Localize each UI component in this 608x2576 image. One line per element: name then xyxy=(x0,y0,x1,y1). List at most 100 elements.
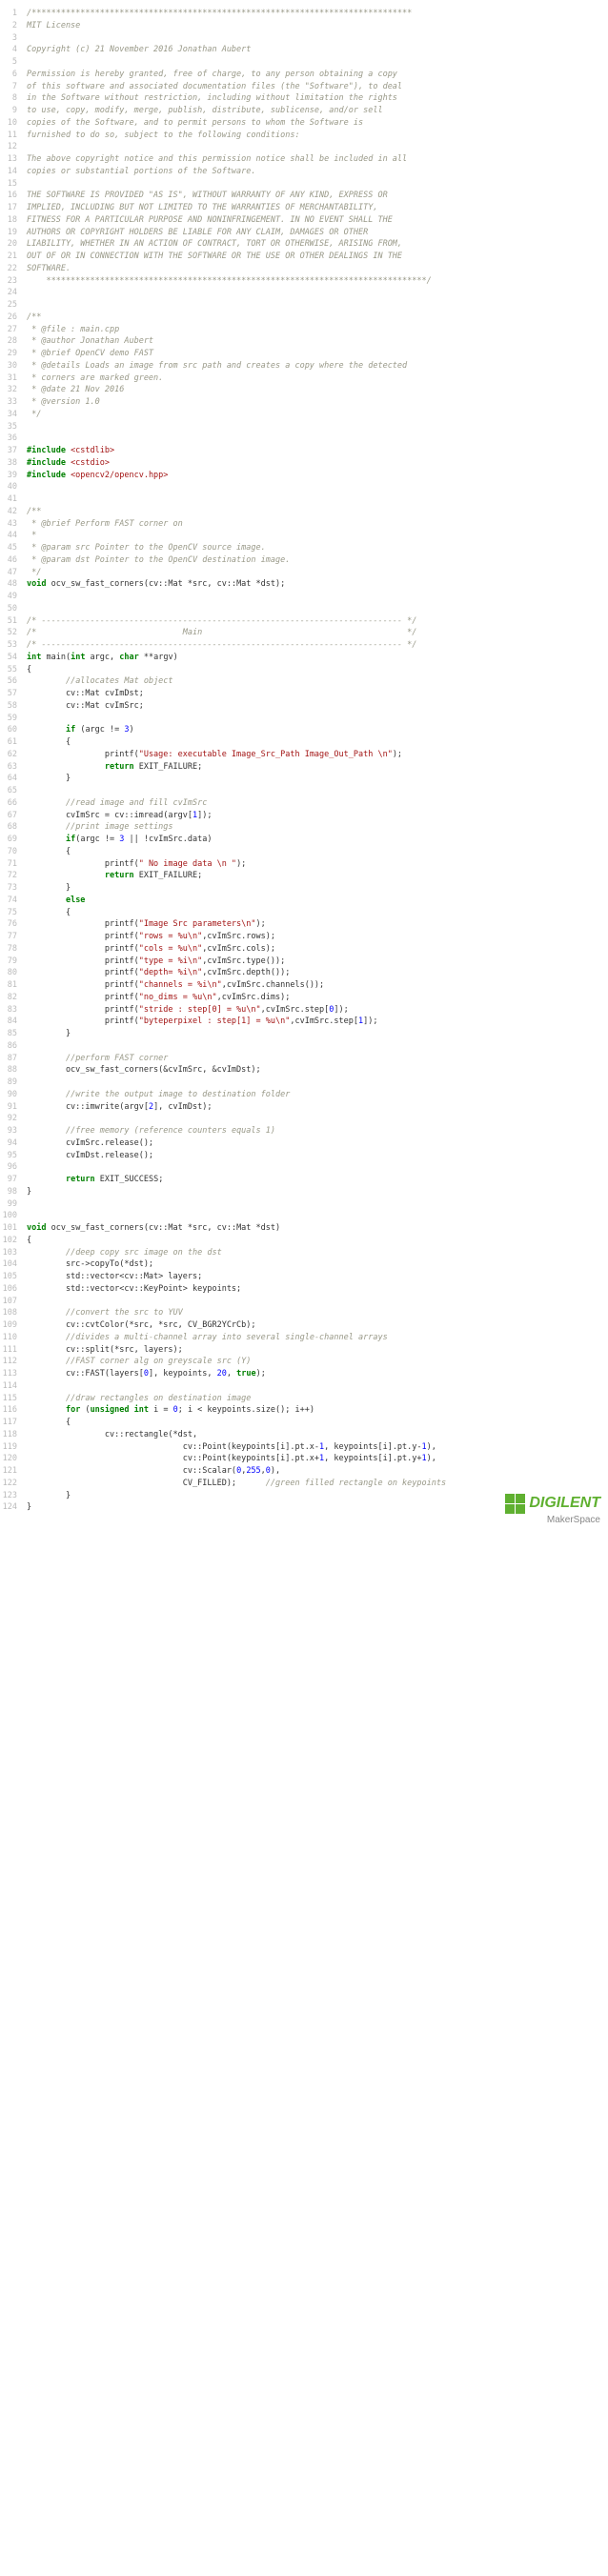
code-line: 102{ xyxy=(0,1235,608,1247)
code-content xyxy=(27,1296,608,1308)
line-number: 95 xyxy=(0,1150,27,1162)
code-content: printf("byteperpixel : step[1] = %u\n",c… xyxy=(27,1016,608,1028)
code-line: 12 xyxy=(0,141,608,153)
code-content: } xyxy=(27,1490,608,1502)
code-content xyxy=(27,1077,608,1089)
code-content: cv::split(*src, layers); xyxy=(27,1344,608,1357)
code-content: //convert the src to YUV xyxy=(27,1307,608,1319)
code-line: 89 xyxy=(0,1077,608,1089)
line-number: 3 xyxy=(0,32,27,45)
code-line: 26/** xyxy=(0,312,608,324)
code-content: { xyxy=(27,1417,608,1429)
code-content: cvImSrc.release(); xyxy=(27,1137,608,1150)
line-number: 17 xyxy=(0,202,27,214)
line-number: 13 xyxy=(0,153,27,166)
line-number: 114 xyxy=(0,1380,27,1393)
code-content xyxy=(27,603,608,615)
code-content: } xyxy=(27,1501,608,1514)
code-line: 9to use, copy, modify, merge, publish, d… xyxy=(0,105,608,117)
line-number: 80 xyxy=(0,967,27,979)
code-line: 10copies of the Software, and to permit … xyxy=(0,117,608,130)
line-number: 61 xyxy=(0,736,27,749)
code-line: 23 *************************************… xyxy=(0,275,608,288)
code-content xyxy=(27,178,608,191)
code-content: cv::Scalar(0,255,0), xyxy=(27,1465,608,1478)
code-content: if (argc != 3) xyxy=(27,724,608,736)
code-line: 105 std::vector<cv::Mat> layers; xyxy=(0,1271,608,1283)
code-content: //read image and fill cvImSrc xyxy=(27,797,608,810)
code-line: 124} xyxy=(0,1501,608,1514)
code-content: cvImSrc = cv::imread(argv[1]); xyxy=(27,810,608,822)
code-line: 11furnished to do so, subject to the fol… xyxy=(0,130,608,142)
line-number: 102 xyxy=(0,1235,27,1247)
code-line: 39#include <opencv2/opencv.hpp> xyxy=(0,470,608,482)
code-line: 47 */ xyxy=(0,567,608,579)
code-content: * @details Loads an image from src path … xyxy=(27,360,608,372)
line-number: 69 xyxy=(0,834,27,846)
line-number: 94 xyxy=(0,1137,27,1150)
code-line: 6Permission is hereby granted, free of c… xyxy=(0,69,608,81)
code-content: /** xyxy=(27,506,608,518)
code-content: CV_FILLED); //green filled rectangle on … xyxy=(27,1478,608,1490)
line-number: 98 xyxy=(0,1186,27,1198)
code-line: 46 * @param dst Pointer to the OpenCV de… xyxy=(0,554,608,567)
code-content: AUTHORS OR COPYRIGHT HOLDERS BE LIABLE F… xyxy=(27,227,608,239)
code-content: //print image settings xyxy=(27,821,608,834)
line-number: 107 xyxy=(0,1296,27,1308)
line-number: 14 xyxy=(0,166,27,178)
line-number: 50 xyxy=(0,603,27,615)
line-number: 113 xyxy=(0,1368,27,1380)
line-number: 43 xyxy=(0,518,27,531)
code-line: 35 xyxy=(0,421,608,433)
code-content: cv::Point(keypoints[i].pt.x+1, keypoints… xyxy=(27,1453,608,1465)
code-line: 98} xyxy=(0,1186,608,1198)
code-content: //write the output image to destination … xyxy=(27,1089,608,1101)
code-line: 20LIABILITY, WHETHER IN AN ACTION OF CON… xyxy=(0,238,608,251)
code-content: printf("cols = %u\n",cvImSrc.cols); xyxy=(27,943,608,956)
code-line: 28 * @author Jonathan Aubert xyxy=(0,335,608,348)
line-number: 66 xyxy=(0,797,27,810)
line-number: 46 xyxy=(0,554,27,567)
code-content: ****************************************… xyxy=(27,275,608,288)
line-number: 6 xyxy=(0,69,27,81)
code-line: 22SOFTWARE. xyxy=(0,263,608,275)
line-number: 91 xyxy=(0,1101,27,1114)
line-number: 8 xyxy=(0,92,27,105)
line-number: 9 xyxy=(0,105,27,117)
line-number: 49 xyxy=(0,591,27,603)
code-content: * corners are marked green. xyxy=(27,372,608,385)
code-content: /***************************************… xyxy=(27,8,608,20)
code-line: 88 ocv_sw_fast_corners(&cvImSrc, &cvImDs… xyxy=(0,1064,608,1077)
code-content: cv::Point(keypoints[i].pt.x-1, keypoints… xyxy=(27,1441,608,1454)
code-content: */ xyxy=(27,567,608,579)
line-number: 4 xyxy=(0,44,27,56)
line-number: 117 xyxy=(0,1417,27,1429)
code-line: 31 * corners are marked green. xyxy=(0,372,608,385)
line-number: 7 xyxy=(0,81,27,93)
code-content xyxy=(27,713,608,725)
code-line: 24 xyxy=(0,287,608,299)
code-line: 38#include <cstdio> xyxy=(0,457,608,470)
code-content: * @file : main.cpp xyxy=(27,324,608,336)
code-line: 79 printf("type = %i\n",cvImSrc.type()); xyxy=(0,956,608,968)
code-content: for (unsigned int i = 0; i < keypoints.s… xyxy=(27,1404,608,1417)
code-content: Permission is hereby granted, free of ch… xyxy=(27,69,608,81)
line-number: 65 xyxy=(0,785,27,797)
code-content xyxy=(27,1113,608,1125)
code-content: of this software and associated document… xyxy=(27,81,608,93)
line-number: 124 xyxy=(0,1501,27,1514)
code-line: 82 printf("no_dims = %u\n",cvImSrc.dims)… xyxy=(0,992,608,1004)
line-number: 76 xyxy=(0,918,27,931)
line-number: 47 xyxy=(0,567,27,579)
code-content xyxy=(27,785,608,797)
line-number: 112 xyxy=(0,1356,27,1368)
line-number: 115 xyxy=(0,1393,27,1405)
code-line: 103 //deep copy src image on the dst xyxy=(0,1247,608,1259)
line-number: 42 xyxy=(0,506,27,518)
code-line: 123 } xyxy=(0,1490,608,1502)
line-number: 48 xyxy=(0,578,27,591)
code-content: } xyxy=(27,773,608,785)
code-content: } xyxy=(27,1028,608,1040)
line-number: 62 xyxy=(0,749,27,761)
code-line: 15 xyxy=(0,178,608,191)
